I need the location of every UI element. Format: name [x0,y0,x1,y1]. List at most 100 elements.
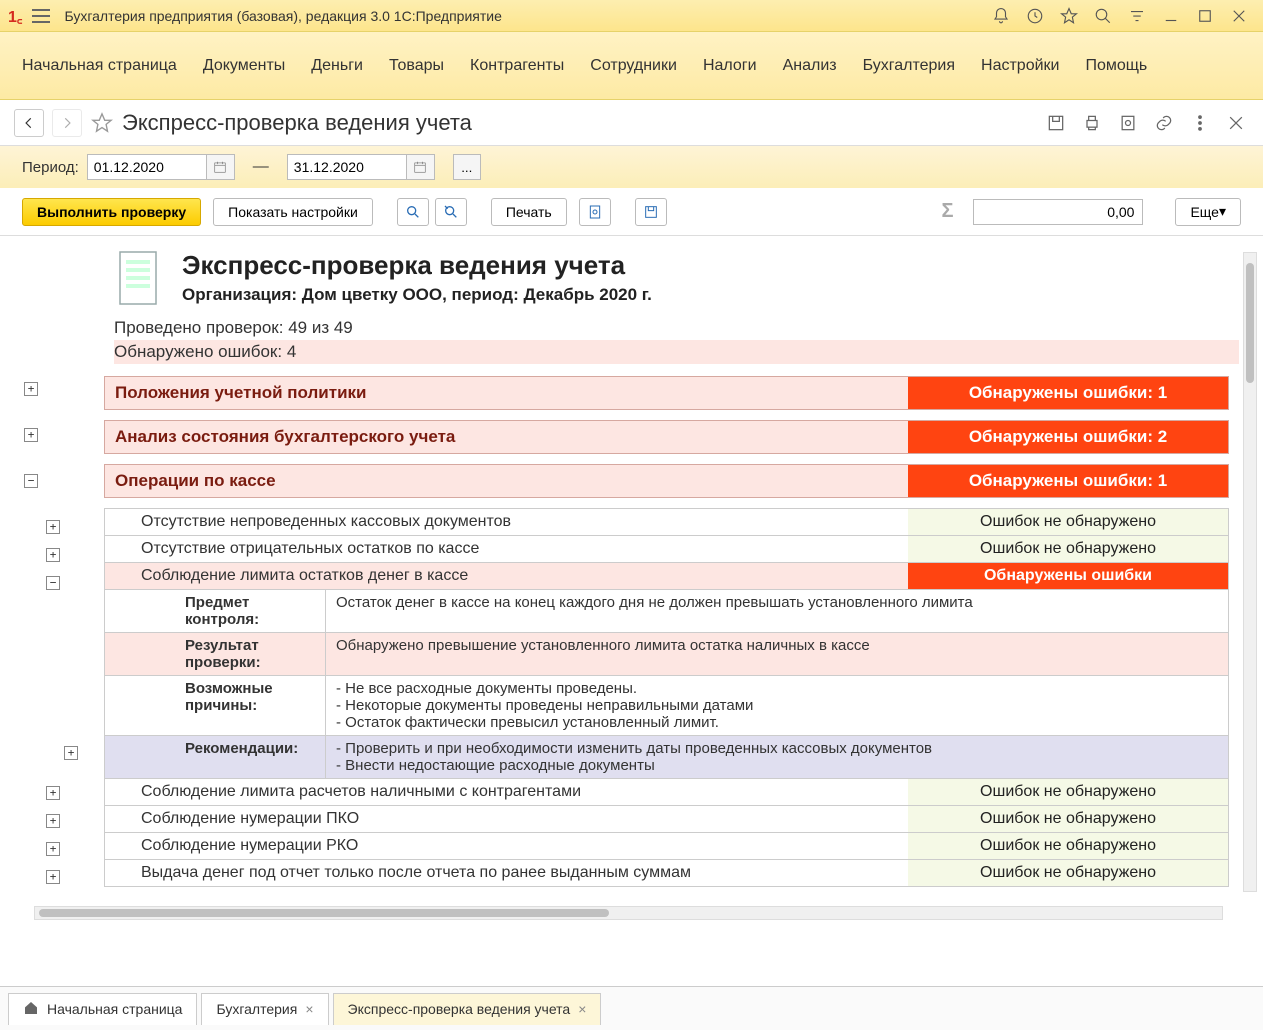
zoom-group [397,198,467,226]
section-row-policy[interactable]: Положения учетной политики Обнаружены ош… [104,376,1229,410]
toolbar: Выполнить проверку Показать настройки Пе… [0,188,1263,236]
nav-forward-button[interactable] [52,109,82,137]
close-page-icon[interactable] [1223,110,1249,136]
menu-burger-icon[interactable] [32,9,50,23]
expander-check-3[interactable]: − [46,576,60,590]
save-report-icon[interactable] [635,198,667,226]
maximize-icon[interactable] [1195,6,1215,26]
checks-done-text: Проведено проверок: 49 из 49 [114,316,1239,340]
menu-contractors[interactable]: Контрагенты [470,57,564,75]
check-row[interactable]: Соблюдение нумерации ПКО Ошибок не обнар… [104,806,1229,833]
save-icon[interactable] [1043,110,1069,136]
horizontal-scrollbar[interactable] [34,906,1223,920]
report-document-icon [114,250,162,306]
link-icon[interactable] [1151,110,1177,136]
menu-settings[interactable]: Настройки [981,57,1059,75]
zoom-in-icon[interactable] [397,198,429,226]
expander-check-6[interactable]: + [46,842,60,856]
vertical-scrollbar[interactable] [1243,252,1257,892]
print-icon[interactable] [1079,110,1105,136]
title-icons [991,6,1255,26]
total-input[interactable] [973,199,1143,225]
tab-home[interactable]: Начальная страница [8,993,197,1025]
calendar-from-icon[interactable] [207,154,235,180]
period-choose-button[interactable]: ... [453,154,481,180]
scrollbar-thumb[interactable] [39,909,609,917]
report-area[interactable]: Экспресс-проверка ведения учета Организа… [0,236,1263,986]
expander-recommendations[interactable]: + [64,746,78,760]
check-row-error[interactable]: Соблюдение лимита остатков денег в кассе… [104,563,1229,590]
sigma-icon: Σ [941,200,953,223]
check-row[interactable]: Отсутствие непроведенных кассовых докуме… [104,508,1229,536]
date-to-input[interactable] [287,154,407,180]
close-icon[interactable] [1229,6,1249,26]
bottom-tabs: Начальная страница Бухгалтерия × Экспрес… [0,986,1263,1030]
expander-section-1[interactable]: + [24,382,38,396]
expander-section-2[interactable]: + [24,428,38,442]
errors-found-text: Обнаружено ошибок: 4 [114,340,1239,364]
date-from-box [87,154,235,180]
section-row-accounting[interactable]: Анализ состояния бухгалтерского учета Об… [104,420,1229,454]
calendar-to-icon[interactable] [407,154,435,180]
tab-close-icon[interactable]: × [578,1001,586,1017]
home-icon [23,1000,39,1019]
nav-back-button[interactable] [14,109,44,137]
menu-analysis[interactable]: Анализ [783,57,837,75]
star-icon[interactable] [1059,6,1079,26]
search-icon[interactable] [1093,6,1113,26]
expander-check-5[interactable]: + [46,814,60,828]
check-row[interactable]: Соблюдение лимита расчетов наличными с к… [104,779,1229,806]
bell-icon[interactable] [991,6,1011,26]
expander-check-1[interactable]: + [46,520,60,534]
menu-accounting[interactable]: Бухгалтерия [863,57,955,75]
favorite-star-icon[interactable] [90,111,114,135]
date-to-box [287,154,435,180]
tree-area: + Положения учетной политики Обнаружены … [24,376,1239,887]
check-row[interactable]: Выдача денег под отчет только после отче… [104,860,1229,887]
tab-express-check[interactable]: Экспресс-проверка ведения учета × [333,993,602,1025]
app-title: Бухгалтерия предприятия (базовая), редак… [64,8,991,24]
report-stats: Проведено проверок: 49 из 49 Обнаружено … [114,316,1239,364]
preview-icon[interactable] [1115,110,1141,136]
zoom-reset-icon[interactable] [435,198,467,226]
expander-check-2[interactable]: + [46,548,60,562]
date-from-input[interactable] [87,154,207,180]
expander-section-3[interactable]: − [24,474,38,488]
detail-recommendations: Рекомендации: - Проверить и при необходи… [104,736,1229,779]
tab-accounting[interactable]: Бухгалтерия × [201,993,328,1025]
check-row[interactable]: Соблюдение нумерации РКО Ошибок не обнар… [104,833,1229,860]
detail-result: Результат проверки: Обнаружено превышени… [104,633,1229,676]
expander-check-7[interactable]: + [46,870,60,884]
scrollbar-thumb[interactable] [1246,263,1254,383]
logo-1c: 1꜀ [8,5,22,27]
check-row[interactable]: Отсутствие отрицательных остатков по кас… [104,536,1229,563]
minimize-icon[interactable] [1161,6,1181,26]
report-subtitle: Организация: Дом цветку ООО, период: Дек… [182,285,652,305]
history-icon[interactable] [1025,6,1045,26]
menu-home[interactable]: Начальная страница [22,57,177,75]
period-row: Период: — ... [0,146,1263,188]
period-label: Период: [22,159,79,176]
menu-employees[interactable]: Сотрудники [590,57,677,75]
more-vertical-icon[interactable] [1187,110,1213,136]
tab-close-icon[interactable]: × [305,1001,313,1017]
menu-taxes[interactable]: Налоги [703,57,757,75]
run-check-button[interactable]: Выполнить проверку [22,198,201,226]
section-row-cash[interactable]: Операции по кассе Обнаружены ошибки: 1 [104,464,1229,498]
detail-subject: Предмет контроля: Остаток денег в кассе … [104,590,1229,633]
page-tools [1043,110,1249,136]
more-button[interactable]: Еще ▾ [1175,198,1241,226]
show-settings-button[interactable]: Показать настройки [213,198,373,226]
menu-help[interactable]: Помощь [1085,57,1147,75]
main-menu: Начальная страница Документы Деньги Това… [0,32,1263,100]
expander-check-4[interactable]: + [46,786,60,800]
title-bar: 1꜀ Бухгалтерия предприятия (базовая), ре… [0,0,1263,32]
detail-causes: Возможные причины: - Не все расходные до… [104,676,1229,736]
filter-icon[interactable] [1127,6,1147,26]
menu-goods[interactable]: Товары [389,57,444,75]
period-dash: — [253,158,269,176]
menu-money[interactable]: Деньги [311,57,363,75]
page-preview-icon[interactable] [579,198,611,226]
print-button[interactable]: Печать [491,198,567,226]
menu-documents[interactable]: Документы [203,57,285,75]
